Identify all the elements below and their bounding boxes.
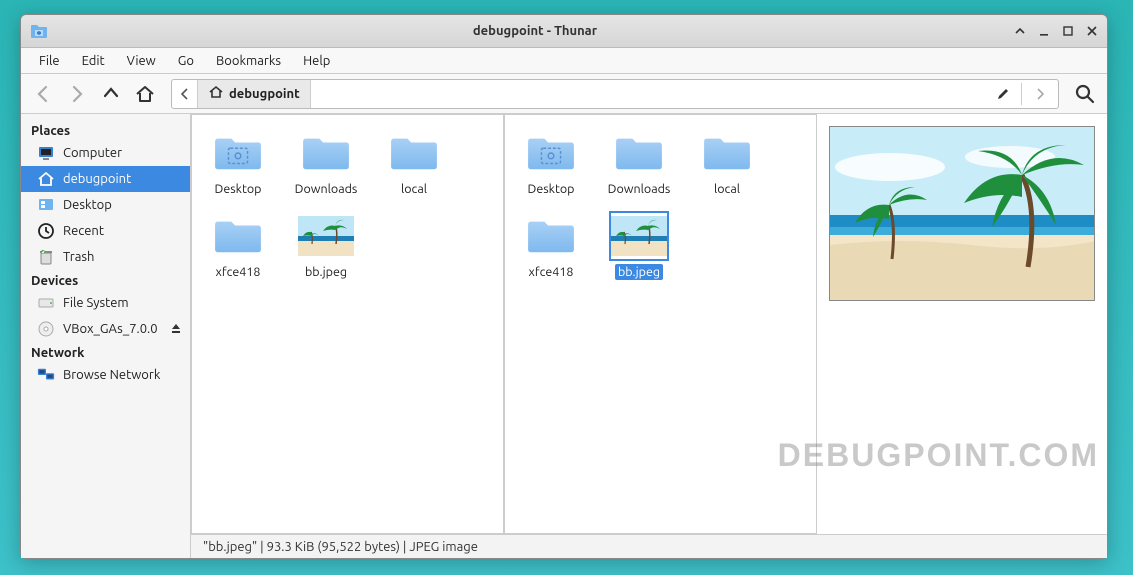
file-label: local	[711, 181, 743, 197]
menu-go[interactable]: Go	[168, 50, 204, 72]
app-folder-icon	[29, 21, 49, 41]
menu-edit[interactable]: Edit	[72, 50, 115, 72]
sidebar-item-home[interactable]: debugpoint	[21, 166, 190, 192]
trash-icon	[37, 248, 55, 266]
window-minimize-button[interactable]	[1037, 24, 1051, 38]
toolbar: debugpoint	[21, 74, 1107, 114]
sidebar-item-computer[interactable]: Computer	[21, 140, 190, 166]
sidebar-header-devices: Devices	[21, 270, 190, 290]
folder-icon	[699, 130, 755, 176]
sidebar-header-places: Places	[21, 120, 190, 140]
desktop-icon	[37, 196, 55, 214]
edit-path-button[interactable]	[989, 80, 1017, 108]
file-label: bb.jpeg	[302, 264, 350, 280]
thunar-window: debugpoint - Thunar File Edit View Go Bo…	[20, 14, 1108, 559]
back-button[interactable]	[29, 80, 57, 108]
sidebar-item-optical[interactable]: VBox_GAs_7.0.0	[21, 316, 190, 342]
up-button[interactable]	[97, 80, 125, 108]
menu-file[interactable]: File	[29, 50, 70, 72]
sidebar-item-label: debugpoint	[63, 172, 131, 186]
network-icon	[37, 366, 55, 384]
file-label: Desktop	[212, 181, 265, 197]
window-close-button[interactable]	[1085, 24, 1099, 38]
sidebar-item-filesystem[interactable]: File System	[21, 290, 190, 316]
sidebar-header-network: Network	[21, 342, 190, 362]
pane-right[interactable]: Desktop Downloads local xfce418 bb.jpeg	[504, 114, 817, 534]
file-item[interactable]: Downloads	[601, 127, 677, 200]
pane-left[interactable]: Desktop Downloads local xfce418 bb.jpeg	[191, 114, 504, 534]
file-label: Desktop	[525, 181, 578, 197]
forward-button[interactable]	[63, 80, 91, 108]
home-icon	[208, 84, 224, 103]
eject-icon[interactable]	[170, 322, 182, 337]
search-button[interactable]	[1071, 80, 1099, 108]
sidebar-item-label: File System	[63, 296, 129, 310]
folder-icon	[298, 130, 354, 176]
sidebar: Places Computer debugpoint Desktop Recen…	[21, 114, 191, 558]
home-button[interactable]	[131, 80, 159, 108]
watermark-text: DEBUGPOINT.COM	[778, 437, 1099, 474]
folder-icon	[523, 213, 579, 259]
image-icon	[298, 213, 354, 259]
home-icon	[37, 170, 55, 188]
statusbar-text: "bb.jpeg" | 93.3 KiB (95,522 bytes) | JP…	[203, 540, 478, 554]
folder-icon	[386, 130, 442, 176]
statusbar: "bb.jpeg" | 93.3 KiB (95,522 bytes) | JP…	[191, 534, 1107, 558]
disc-icon	[37, 320, 55, 338]
sidebar-item-label: Browse Network	[63, 368, 160, 382]
window-maximize-button[interactable]	[1061, 24, 1075, 38]
file-item[interactable]: bb.jpeg	[288, 210, 364, 283]
file-item[interactable]: xfce418	[200, 210, 276, 283]
folder-icon	[210, 213, 266, 259]
path-back-icon[interactable]	[172, 80, 198, 108]
path-forward-icon[interactable]	[1026, 80, 1054, 108]
sidebar-item-recent[interactable]: Recent	[21, 218, 190, 244]
file-label: local	[398, 181, 430, 197]
file-item[interactable]: Desktop	[513, 127, 589, 200]
menubar: File Edit View Go Bookmarks Help	[21, 48, 1107, 74]
image-icon	[611, 213, 667, 259]
sidebar-item-label: Computer	[63, 146, 122, 160]
preview-panel: DEBUGPOINT.COM	[817, 114, 1107, 534]
sidebar-item-label: Desktop	[63, 198, 112, 212]
folder-desktop-icon	[523, 130, 579, 176]
recent-icon	[37, 222, 55, 240]
preview-image	[829, 126, 1095, 301]
sidebar-item-trash[interactable]: Trash	[21, 244, 190, 270]
file-item[interactable]: local	[689, 127, 765, 200]
file-item[interactable]: local	[376, 127, 452, 200]
file-item[interactable]: Desktop	[200, 127, 276, 200]
path-segment-home[interactable]: debugpoint	[198, 80, 311, 108]
menu-bookmarks[interactable]: Bookmarks	[206, 50, 291, 72]
sidebar-item-label: Recent	[63, 224, 104, 238]
panes-container: Desktop Downloads local xfce418 bb.jpeg …	[191, 114, 1107, 558]
window-title: debugpoint - Thunar	[57, 24, 1013, 38]
sidebar-item-label: VBox_GAs_7.0.0	[63, 322, 158, 336]
file-item[interactable]: xfce418	[513, 210, 589, 283]
sidebar-item-desktop[interactable]: Desktop	[21, 192, 190, 218]
window-rollup-button[interactable]	[1013, 24, 1027, 38]
sidebar-item-network[interactable]: Browse Network	[21, 362, 190, 388]
path-segment-label: debugpoint	[229, 87, 300, 101]
file-label: Downloads	[605, 181, 674, 197]
folder-icon	[611, 130, 667, 176]
computer-icon	[37, 144, 55, 162]
window-body: Places Computer debugpoint Desktop Recen…	[21, 114, 1107, 558]
drive-icon	[37, 294, 55, 312]
folder-desktop-icon	[210, 130, 266, 176]
file-label: xfce418	[526, 264, 577, 280]
titlebar[interactable]: debugpoint - Thunar	[21, 15, 1107, 48]
file-item[interactable]: Downloads	[288, 127, 364, 200]
file-label: Downloads	[292, 181, 361, 197]
sidebar-item-label: Trash	[63, 250, 94, 264]
pathbar[interactable]: debugpoint	[171, 79, 1059, 109]
file-label: bb.jpeg	[615, 264, 663, 280]
menu-view[interactable]: View	[117, 50, 166, 72]
file-item[interactable]: bb.jpeg	[601, 210, 677, 283]
file-label: xfce418	[213, 264, 264, 280]
menu-help[interactable]: Help	[293, 50, 340, 72]
